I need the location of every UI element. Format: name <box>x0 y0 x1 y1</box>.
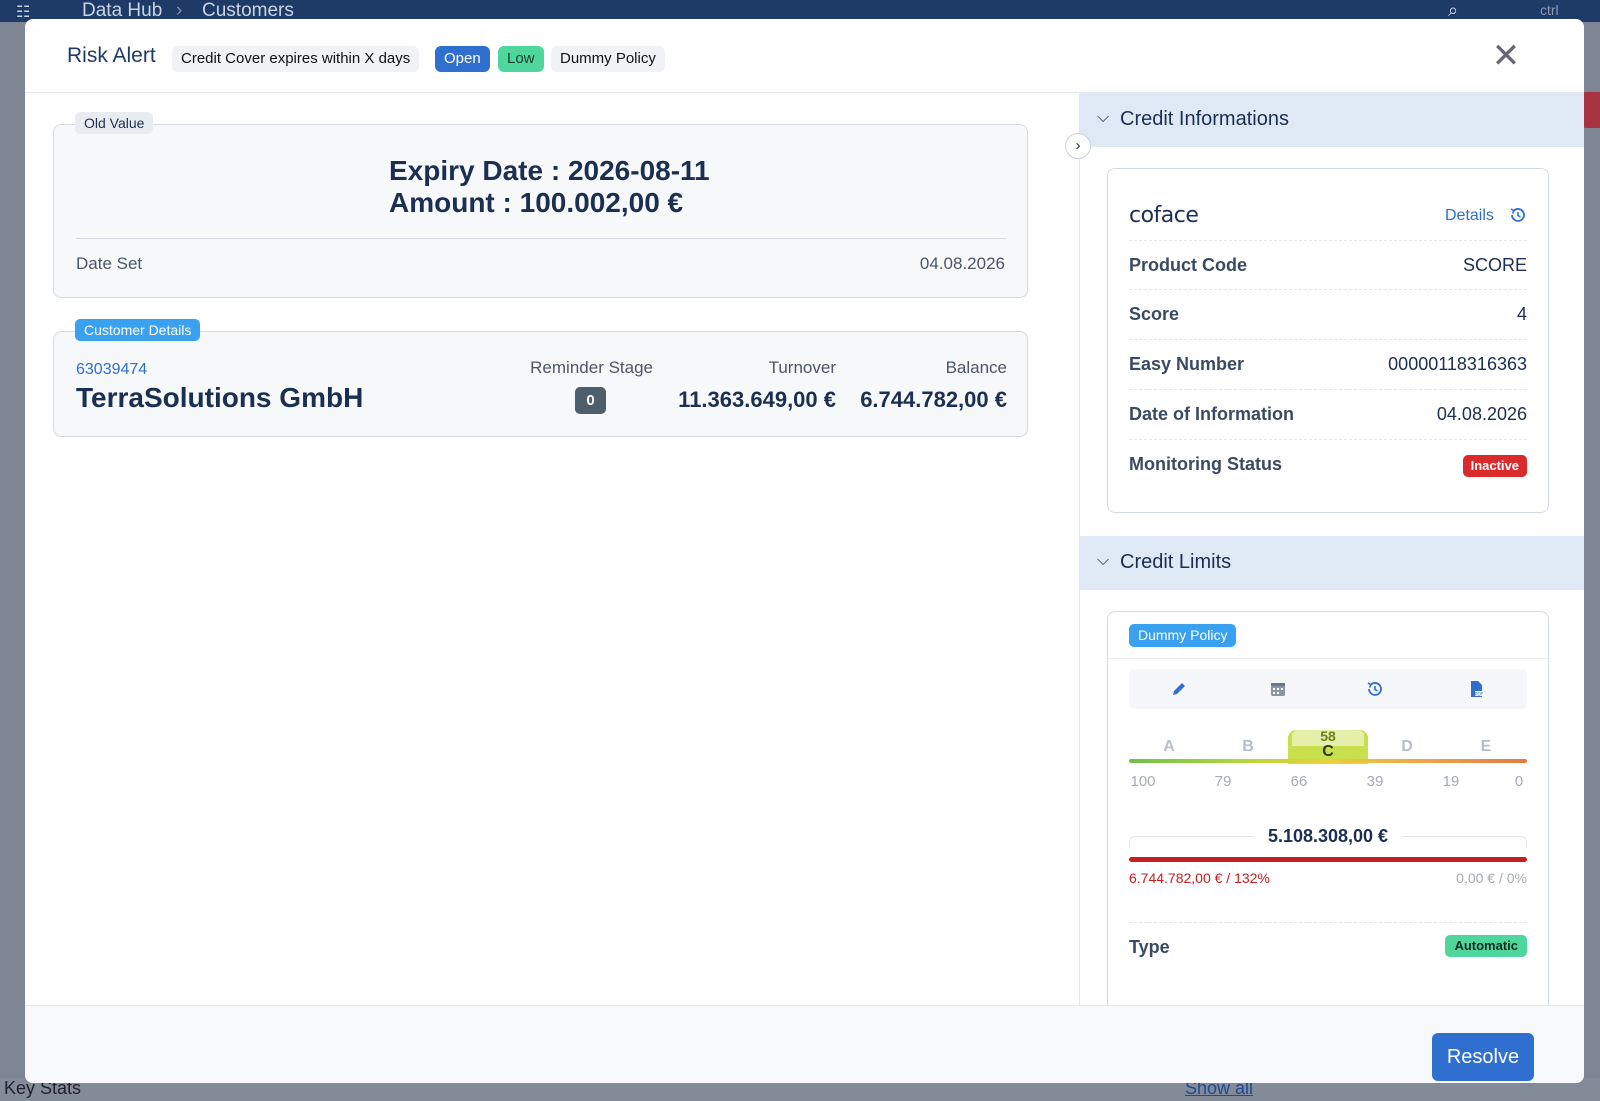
scale-tick: 79 <box>1214 773 1232 790</box>
scale-tick: 0 <box>1514 773 1524 790</box>
score-value: 4 <box>1516 304 1527 324</box>
scale-tick: 39 <box>1366 773 1384 790</box>
limit-usage-bar <box>1129 857 1527 862</box>
chevron-down-icon: ⌵ <box>1097 552 1110 569</box>
score-label: Score <box>1129 304 1180 324</box>
close-icon[interactable]: ✕ <box>1490 39 1522 73</box>
scale-tick: 19 <box>1442 773 1460 790</box>
calendar-icon[interactable] <box>1268 679 1288 699</box>
easy-number-row: Easy Number 00000118316363 <box>1129 340 1527 390</box>
credit-informations-header[interactable]: ⌵ Credit Informations <box>1080 93 1584 147</box>
resolve-button[interactable]: Resolve <box>1432 1033 1534 1081</box>
credit-limits-header[interactable]: ⌵ Credit Limits <box>1080 536 1584 590</box>
balance-value: 6.744.782,00 € <box>860 387 1007 412</box>
credit-limit-card: Dummy Policy PDF 58 C A B D E 100 79 66 … <box>1107 611 1549 1005</box>
apps-grid-icon: ☷ <box>16 4 31 21</box>
risk-scale-bar <box>1129 759 1527 763</box>
details-link[interactable]: Details <box>1445 207 1494 225</box>
date-set-label: Date Set <box>76 254 143 273</box>
product-code-value: SCORE <box>1462 255 1527 275</box>
date-of-information-row: Date of Information 04.08.2026 <box>1129 390 1527 440</box>
search-icon: ⌕ <box>1448 0 1459 20</box>
modal-header: Risk Alert Credit Cover expires within X… <box>25 19 1584 93</box>
history-icon[interactable] <box>1365 679 1385 699</box>
coface-logo: coface <box>1129 203 1199 228</box>
shortcut-hint: ctrl <box>1540 2 1559 18</box>
date-of-information-value: 04.08.2026 <box>1436 404 1527 424</box>
monitoring-status-badge: Inactive <box>1462 455 1527 477</box>
background-red-tab <box>1582 92 1600 128</box>
customer-details-card: 63039474 TerraSolutions GmbH Reminder St… <box>53 331 1028 437</box>
product-code-row: Product Code SCORE <box>1129 240 1527 290</box>
reminder-stage-badge: 0 <box>575 387 606 414</box>
policy-chip: Dummy Policy <box>551 46 665 72</box>
customer-id-link[interactable]: 63039474 <box>76 361 147 379</box>
limit-toolbar: PDF <box>1129 669 1527 709</box>
easy-number-label: Easy Number <box>1129 354 1245 374</box>
date-of-information-label: Date of Information <box>1129 404 1294 424</box>
severity-chip: Low <box>498 46 544 72</box>
type-row: Type Automatic <box>1129 922 1527 972</box>
old-value-card: Expiry Date : 2026-08-11 Amount : 100.00… <box>53 124 1028 298</box>
modal-footer: Resolve <box>25 1005 1584 1083</box>
scale-tick: 66 <box>1290 773 1308 790</box>
limit-remaining-text: 0,00 € / 0% <box>1456 870 1527 886</box>
date-set-value: 04.08.2026 <box>919 254 1005 273</box>
customer-name: TerraSolutions GmbH <box>76 382 364 413</box>
type-badge: Automatic <box>1445 935 1527 957</box>
edit-pencil-icon[interactable] <box>1169 679 1189 699</box>
divider <box>76 238 1006 239</box>
scale-tick: 100 <box>1130 773 1156 790</box>
scale-letter-d: D <box>1401 738 1413 755</box>
turnover-value: 11.363.649,00 € <box>678 387 836 412</box>
modal-title: Risk Alert <box>67 44 156 67</box>
pdf-file-icon[interactable]: PDF <box>1466 679 1486 699</box>
policy-tag: Dummy Policy <box>1129 624 1237 647</box>
risk-alert-modal: Risk Alert Credit Cover expires within X… <box>25 19 1584 1083</box>
type-label: Type <box>1129 937 1170 957</box>
balance-label: Balance <box>945 358 1007 377</box>
easy-number-value: 00000118316363 <box>1388 354 1527 374</box>
credit-side-panel: ⌵ Credit Informations coface Details Pro… <box>1079 93 1584 1005</box>
turnover-label: Turnover <box>768 358 836 377</box>
credit-limits-title: Credit Limits <box>1120 551 1232 573</box>
divider <box>1108 658 1548 659</box>
monitoring-status-label: Monitoring Status <box>1129 454 1282 474</box>
credit-information-card: coface Details Product Code SCORE Score … <box>1107 168 1549 513</box>
alert-details-pane: Expiry Date : 2026-08-11 Amount : 100.00… <box>25 93 1078 1005</box>
scale-letter-e: E <box>1480 738 1492 755</box>
old-amount: Amount : 100.002,00 € <box>389 187 684 218</box>
old-value-tag: Old Value <box>75 112 154 134</box>
reminder-stage-label: Reminder Stage <box>530 358 653 377</box>
limit-used-text: 6.744.782,00 € / 132% <box>1129 870 1270 886</box>
credit-limit-amount: 5.108.308,00 € <box>1129 826 1527 847</box>
history-icon[interactable] <box>1508 205 1528 225</box>
status-chip: Open <box>435 46 490 72</box>
score-row: Score 4 <box>1129 290 1527 340</box>
rule-chip: Credit Cover expires within X days <box>172 46 420 72</box>
customer-details-tag: Customer Details <box>75 319 201 341</box>
product-code-label: Product Code <box>1129 255 1248 275</box>
chevron-down-icon: ⌵ <box>1097 109 1110 126</box>
scale-letter-a: A <box>1163 738 1175 755</box>
svg-text:PDF: PDF <box>1475 691 1484 697</box>
scale-letter-b: B <box>1242 738 1254 755</box>
credit-informations-title: Credit Informations <box>1120 108 1289 130</box>
monitoring-status-row: Monitoring Status Inactive <box>1129 440 1527 490</box>
old-expiry-date: Expiry Date : 2026-08-11 <box>389 155 710 186</box>
collapse-panel-chevron-icon[interactable]: › <box>1065 133 1091 159</box>
risk-score-value: 58 <box>1320 728 1336 744</box>
